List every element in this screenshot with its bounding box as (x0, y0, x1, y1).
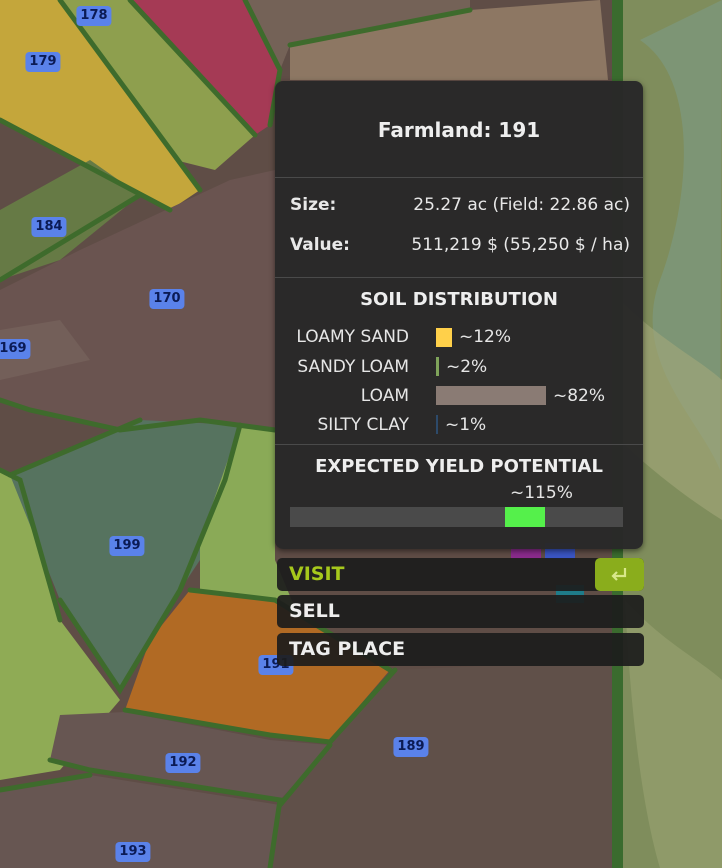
field-number-label[interactable]: 179 (25, 52, 61, 72)
soil-percent: ~1% (445, 415, 487, 435)
sell-button[interactable]: SELL (277, 595, 644, 628)
size-value: 25.27 ac (Field: 22.86 ac) (413, 195, 630, 215)
field-number-label[interactable]: 169 (0, 339, 31, 359)
sell-label: SELL (289, 600, 340, 622)
value-label: Value: (290, 235, 350, 255)
yield-potential-bar (290, 507, 623, 527)
field-number-label[interactable]: 170 (149, 289, 185, 309)
farmland-info-panel: Farmland: 191 Size: 25.27 ac (Field: 22.… (275, 81, 643, 549)
soil-bar (436, 357, 439, 376)
size-label: Size: (290, 195, 337, 215)
visit-label: VISIT (289, 563, 345, 585)
field-number-label[interactable]: 192 (165, 753, 201, 773)
field-number-label[interactable]: 199 (109, 536, 145, 556)
field-number-label[interactable]: 184 (31, 217, 67, 237)
soil-name: LOAM (360, 386, 409, 406)
soil-name: SILTY CLAY (317, 415, 409, 435)
soil-name: LOAMY SAND (296, 327, 409, 347)
tag-place-label: TAG PLACE (289, 638, 406, 660)
field-number-label[interactable]: 189 (393, 737, 429, 757)
soil-distribution-heading: SOIL DISTRIBUTION (360, 289, 558, 310)
yield-potential-fill (505, 507, 545, 527)
soil-name: SANDY LOAM (297, 357, 409, 377)
enter-key-icon (611, 568, 627, 581)
soil-percent: ~12% (459, 327, 512, 347)
soil-percent: ~82% (553, 386, 606, 406)
visit-button[interactable]: VISIT (277, 558, 644, 591)
divider (275, 177, 643, 178)
soil-percent: ~2% (446, 357, 488, 377)
enter-key-icon[interactable] (595, 558, 644, 591)
soil-bar (436, 328, 452, 347)
panel-title: Farmland: 191 (377, 118, 541, 142)
value-value: 511,219 $ (55,250 $ / ha) (411, 235, 630, 255)
soil-bar (436, 386, 546, 405)
yield-potential-heading: EXPECTED YIELD POTENTIAL (315, 456, 603, 477)
tag-place-button[interactable]: TAG PLACE (277, 633, 644, 666)
soil-bar (436, 415, 438, 434)
field-number-label[interactable]: 193 (115, 842, 151, 862)
divider (275, 444, 643, 445)
field-number-label[interactable]: 178 (76, 6, 112, 26)
yield-potential-percent: ~115% (510, 483, 573, 503)
divider (275, 277, 643, 278)
